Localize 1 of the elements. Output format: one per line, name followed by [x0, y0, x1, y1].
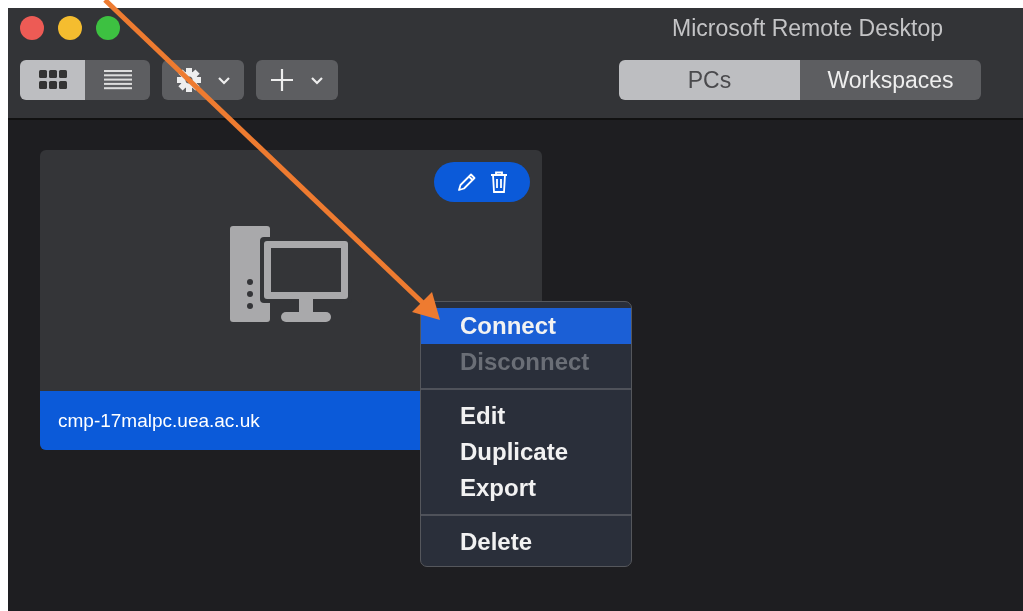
window-title: Microsoft Remote Desktop [672, 14, 943, 42]
